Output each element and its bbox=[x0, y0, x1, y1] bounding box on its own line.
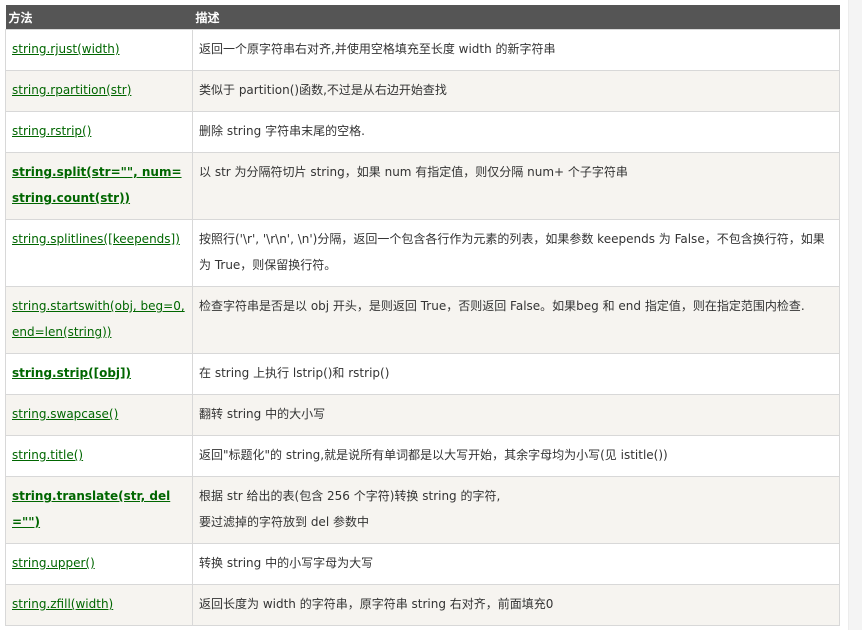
description-text: 检查字符串是否是以 obj 开头，是则返回 True，否则返回 False。如果… bbox=[199, 299, 805, 313]
table-row: string.translate(str, del="") 根据 str 给出的表… bbox=[5, 476, 840, 544]
method-link[interactable]: string.zfill(width) bbox=[12, 597, 113, 611]
description-text: 在 string 上执行 lstrip()和 rstrip() bbox=[199, 366, 390, 380]
method-link[interactable]: string.swapcase() bbox=[12, 407, 118, 421]
method-link[interactable]: string.splitlines([keepends]) bbox=[12, 232, 180, 246]
method-cell: string.rjust(width) bbox=[5, 29, 193, 71]
method-link[interactable]: string.split(str="", num=string.count(st… bbox=[12, 165, 182, 205]
description-text: 根据 str 给出的表(包含 256 个字符)转换 string 的字符, bbox=[199, 489, 501, 503]
table-row: string.rpartition(str) 类似于 partition()函数,… bbox=[5, 70, 840, 112]
method-link[interactable]: string.rjust(width) bbox=[12, 42, 120, 56]
table-row: string.zfill(width) 返回长度为 width 的字符串，原字符串… bbox=[5, 584, 840, 626]
description-cell: 返回一个原字符串右对齐,并使用空格填充至长度 width 的新字符串 bbox=[192, 29, 840, 71]
description-text: 删除 string 字符串末尾的空格. bbox=[199, 124, 365, 138]
table-row: string.splitlines([keepends]) 按照行('\r', '… bbox=[5, 219, 840, 287]
method-cell: string.swapcase() bbox=[5, 394, 193, 436]
description-text: 类似于 partition()函数,不过是从右边开始查找 bbox=[199, 83, 447, 97]
method-link[interactable]: string.title() bbox=[12, 448, 83, 462]
description-cell: 根据 str 给出的表(包含 256 个字符)转换 string 的字符, 要过滤… bbox=[192, 476, 840, 544]
method-cell: string.strip([obj]) bbox=[5, 353, 193, 395]
header-description: 描述 bbox=[192, 5, 840, 30]
description-text: 翻转 string 中的大小写 bbox=[199, 407, 326, 421]
method-link[interactable]: string.strip([obj]) bbox=[12, 366, 131, 380]
description-cell: 以 str 为分隔符切片 string，如果 num 有指定值，则仅分隔 num… bbox=[192, 152, 840, 220]
description-cell: 翻转 string 中的大小写 bbox=[192, 394, 840, 436]
method-cell: string.title() bbox=[5, 435, 193, 477]
description-text: 按照行('\r', '\r\n', \n')分隔，返回一个包含各行作为元素的列表… bbox=[199, 232, 825, 272]
table-row: string.title() 返回"标题化"的 string,就是说所有单词都是以… bbox=[5, 435, 840, 477]
description-cell: 检查字符串是否是以 obj 开头，是则返回 True，否则返回 False。如果… bbox=[192, 286, 840, 354]
method-cell: string.startswith(obj, beg=0,end=len(str… bbox=[5, 286, 193, 354]
table-row: string.upper() 转换 string 中的小写字母为大写 bbox=[5, 543, 840, 585]
description-text: 转换 string 中的小写字母为大写 bbox=[199, 556, 374, 570]
description-cell: 返回长度为 width 的字符串，原字符串 string 右对齐，前面填充0 bbox=[192, 584, 840, 626]
table-row: string.rstrip() 删除 string 字符串末尾的空格. bbox=[5, 111, 840, 153]
method-cell: string.rstrip() bbox=[5, 111, 193, 153]
method-link[interactable]: string.startswith(obj, beg=0,end=len(str… bbox=[12, 299, 185, 339]
description-text: 要过滤掉的字符放到 del 参数中 bbox=[199, 515, 369, 529]
method-link[interactable]: string.translate(str, del="") bbox=[12, 489, 170, 529]
table-row: string.strip([obj]) 在 string 上执行 lstrip()… bbox=[5, 353, 840, 395]
table-row: string.swapcase() 翻转 string 中的大小写 bbox=[5, 394, 840, 436]
table-row: string.startswith(obj, beg=0,end=len(str… bbox=[5, 286, 840, 354]
method-cell: string.translate(str, del="") bbox=[5, 476, 193, 544]
page: 方法 描述 string.rjust(width) 返回一个原字符串右对齐,并使用… bbox=[0, 0, 862, 630]
method-cell: string.upper() bbox=[5, 543, 193, 585]
description-text: 返回一个原字符串右对齐,并使用空格填充至长度 width 的新字符串 bbox=[199, 42, 556, 56]
description-text: 以 str 为分隔符切片 string，如果 num 有指定值，则仅分隔 num… bbox=[199, 165, 628, 179]
method-link[interactable]: string.upper() bbox=[12, 556, 95, 570]
table-body: string.rjust(width) 返回一个原字符串右对齐,并使用空格填充至长… bbox=[5, 29, 840, 626]
description-cell: 转换 string 中的小写字母为大写 bbox=[192, 543, 840, 585]
header-method: 方法 bbox=[5, 5, 193, 30]
method-cell: string.split(str="", num=string.count(st… bbox=[5, 152, 193, 220]
description-cell: 返回"标题化"的 string,就是说所有单词都是以大写开始，其余字母均为小写(… bbox=[192, 435, 840, 477]
string-methods-table: 方法 描述 string.rjust(width) 返回一个原字符串右对齐,并使用… bbox=[5, 5, 840, 626]
method-link[interactable]: string.rpartition(str) bbox=[12, 83, 131, 97]
method-link[interactable]: string.rstrip() bbox=[12, 124, 91, 138]
description-cell: 按照行('\r', '\r\n', \n')分隔，返回一个包含各行作为元素的列表… bbox=[192, 219, 840, 287]
scrollbar-track[interactable] bbox=[848, 0, 862, 630]
table-row: string.rjust(width) 返回一个原字符串右对齐,并使用空格填充至长… bbox=[5, 29, 840, 71]
method-cell: string.rpartition(str) bbox=[5, 70, 193, 112]
description-cell: 在 string 上执行 lstrip()和 rstrip() bbox=[192, 353, 840, 395]
table-row: string.split(str="", num=string.count(st… bbox=[5, 152, 840, 220]
description-cell: 类似于 partition()函数,不过是从右边开始查找 bbox=[192, 70, 840, 112]
table-header-row: 方法 描述 bbox=[5, 5, 840, 30]
description-text: 返回长度为 width 的字符串，原字符串 string 右对齐，前面填充0 bbox=[199, 597, 554, 611]
method-cell: string.splitlines([keepends]) bbox=[5, 219, 193, 287]
description-text: 返回"标题化"的 string,就是说所有单词都是以大写开始，其余字母均为小写(… bbox=[199, 448, 668, 462]
description-cell: 删除 string 字符串末尾的空格. bbox=[192, 111, 840, 153]
method-cell: string.zfill(width) bbox=[5, 584, 193, 626]
